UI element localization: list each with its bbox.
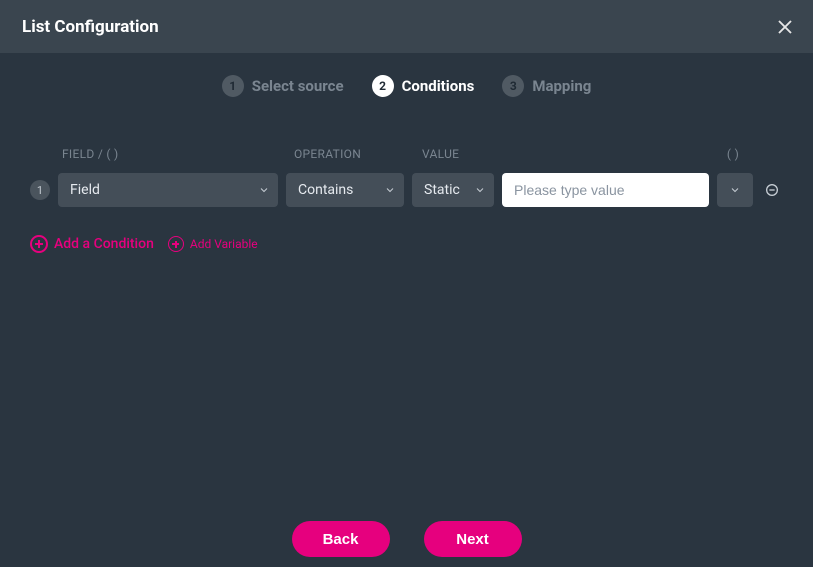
step-label: Mapping <box>532 77 591 95</box>
add-variable-label: Add Variable <box>190 237 258 251</box>
step-label: Conditions <box>402 77 475 95</box>
step-number: 2 <box>372 75 394 97</box>
modal-header: List Configuration <box>0 0 813 53</box>
header-field: FIELD / ( ) <box>62 147 294 161</box>
field-select-value: Field <box>70 182 100 198</box>
step-conditions[interactable]: 2 Conditions <box>372 75 475 97</box>
header-operation: OPERATION <box>294 147 422 161</box>
header-paren: ( ) <box>713 147 753 161</box>
add-variable-button[interactable]: Add Variable <box>168 236 258 252</box>
column-headers: FIELD / ( ) OPERATION VALUE ( ) <box>0 147 813 161</box>
value-input[interactable] <box>502 173 709 207</box>
chevron-down-icon <box>729 184 741 196</box>
grouping-select[interactable] <box>717 173 753 207</box>
value-type-select[interactable]: Static <box>412 173 494 207</box>
close-button[interactable] <box>773 15 797 39</box>
add-links-row: Add a Condition Add Variable <box>0 235 813 253</box>
header-value: VALUE <box>422 147 713 161</box>
step-number: 3 <box>502 75 524 97</box>
step-select-source[interactable]: 1 Select source <box>222 75 344 97</box>
chevron-down-icon <box>258 184 270 196</box>
chevron-down-icon <box>384 184 396 196</box>
row-number: 1 <box>30 180 50 200</box>
back-button[interactable]: Back <box>292 521 390 557</box>
add-condition-label: Add a Condition <box>54 236 154 252</box>
field-select[interactable]: Field <box>58 173 278 207</box>
conditions-area: 1 Field Contains Static <box>0 173 813 207</box>
step-label: Select source <box>252 77 344 95</box>
remove-condition-button[interactable] <box>761 179 783 201</box>
operation-select-value: Contains <box>298 182 353 198</box>
step-mapping[interactable]: 3 Mapping <box>502 75 591 97</box>
step-number: 1 <box>222 75 244 97</box>
minus-circle-icon <box>764 182 780 198</box>
wizard-stepper: 1 Select source 2 Conditions 3 Mapping <box>0 75 813 97</box>
add-condition-button[interactable]: Add a Condition <box>30 235 154 253</box>
plus-circle-icon <box>168 236 184 252</box>
next-button[interactable]: Next <box>424 521 522 557</box>
operation-select[interactable]: Contains <box>286 173 404 207</box>
chevron-down-icon <box>474 184 486 196</box>
modal-title: List Configuration <box>22 17 159 37</box>
close-icon <box>776 18 794 36</box>
condition-row: 1 Field Contains Static <box>30 173 783 207</box>
wizard-footer: Back Next <box>0 521 813 557</box>
plus-circle-icon <box>30 235 48 253</box>
value-type-select-value: Static <box>424 182 460 198</box>
